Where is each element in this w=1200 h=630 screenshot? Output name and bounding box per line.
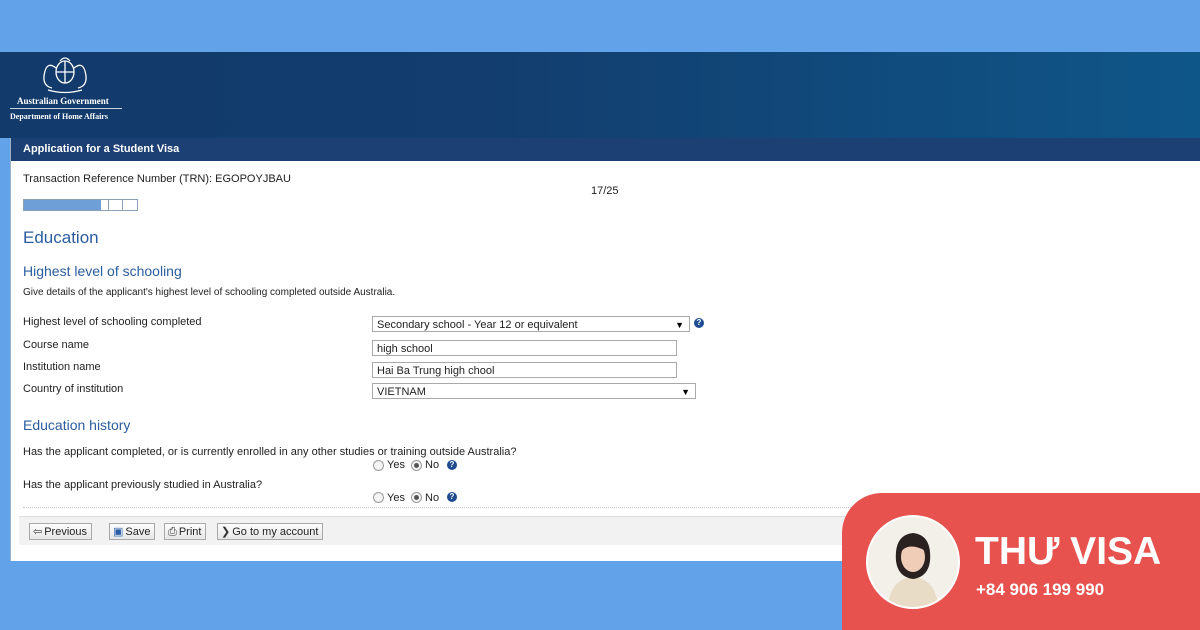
previous-button[interactable]: ⇦ Previous — [29, 523, 93, 540]
trn-text: Transaction Reference Number (TRN): EGOP… — [23, 173, 291, 185]
help-icon[interactable]: ? — [447, 492, 457, 502]
brand-phone: +84 906 199 990 — [976, 580, 1105, 599]
page-heading: Education — [23, 228, 99, 247]
q1-no-label: No — [425, 459, 440, 471]
q2-yes-label: Yes — [387, 492, 405, 504]
print-button[interactable]: ⎙ Print — [164, 523, 207, 540]
help-icon[interactable]: ? — [694, 318, 704, 328]
header-rule — [10, 108, 122, 109]
schooling-description: Give details of the applicant's highest … — [23, 287, 396, 298]
country-value: VIETNAM — [377, 386, 426, 398]
header-banner: Australian Government Department of Home… — [0, 52, 1200, 138]
schooling-heading: Highest level of schooling — [23, 263, 182, 279]
arrow-left-icon: ⇦ — [33, 526, 43, 538]
dropdown-arrow-icon: ▼ — [681, 387, 690, 397]
progress-segment — [108, 200, 109, 210]
floppy-disk-icon: ▣ — [113, 526, 124, 538]
level-select[interactable]: Secondary school - Year 12 or equivalent… — [372, 316, 690, 332]
q2-no-label: No — [425, 492, 440, 504]
q1-yes-label: Yes — [387, 459, 405, 471]
history-heading: Education history — [23, 417, 131, 433]
level-label: Highest level of schooling completed — [23, 316, 202, 328]
save-button[interactable]: ▣ Save — [109, 523, 156, 540]
course-input[interactable]: high school — [372, 340, 677, 356]
progress-segment — [122, 200, 123, 210]
course-label: Course name — [23, 339, 90, 351]
page-counter: 17/25 — [591, 185, 619, 197]
brand-name: THƯ VISA — [975, 530, 1162, 573]
avatar — [866, 515, 960, 609]
level-value: Secondary school - Year 12 or equivalent — [377, 319, 578, 331]
department-name: Department of Home Affairs — [10, 112, 108, 121]
chevron-right-icon: ❯ — [221, 526, 231, 538]
help-icon[interactable]: ? — [447, 460, 457, 470]
q1-yes-radio[interactable] — [373, 460, 384, 471]
person-icon — [868, 517, 958, 607]
government-name: Australian Government — [17, 96, 109, 106]
coat-of-arms-logo — [43, 57, 87, 94]
q2-yes-radio[interactable] — [373, 492, 384, 503]
progress-bar — [23, 199, 138, 211]
printer-icon: ⎙ — [168, 526, 177, 538]
progress-fill — [24, 200, 101, 210]
country-select[interactable]: VIETNAM ▼ — [372, 383, 696, 399]
country-label: Country of institution — [23, 383, 124, 395]
application-title: Application for a Student Visa — [11, 138, 1200, 161]
dropdown-arrow-icon: ▼ — [675, 320, 684, 330]
q2-no-radio[interactable] — [411, 492, 422, 503]
institution-label: Institution name — [23, 361, 101, 373]
go-to-account-button[interactable]: ❯ Go to my account — [217, 523, 324, 540]
q1-no-radio[interactable] — [411, 460, 422, 471]
question-studied-australia: Has the applicant previously studied in … — [23, 479, 263, 491]
institution-input[interactable]: Hai Ba Trung high chool — [372, 362, 677, 378]
question-other-studies: Has the applicant completed, or is curre… — [23, 446, 517, 458]
